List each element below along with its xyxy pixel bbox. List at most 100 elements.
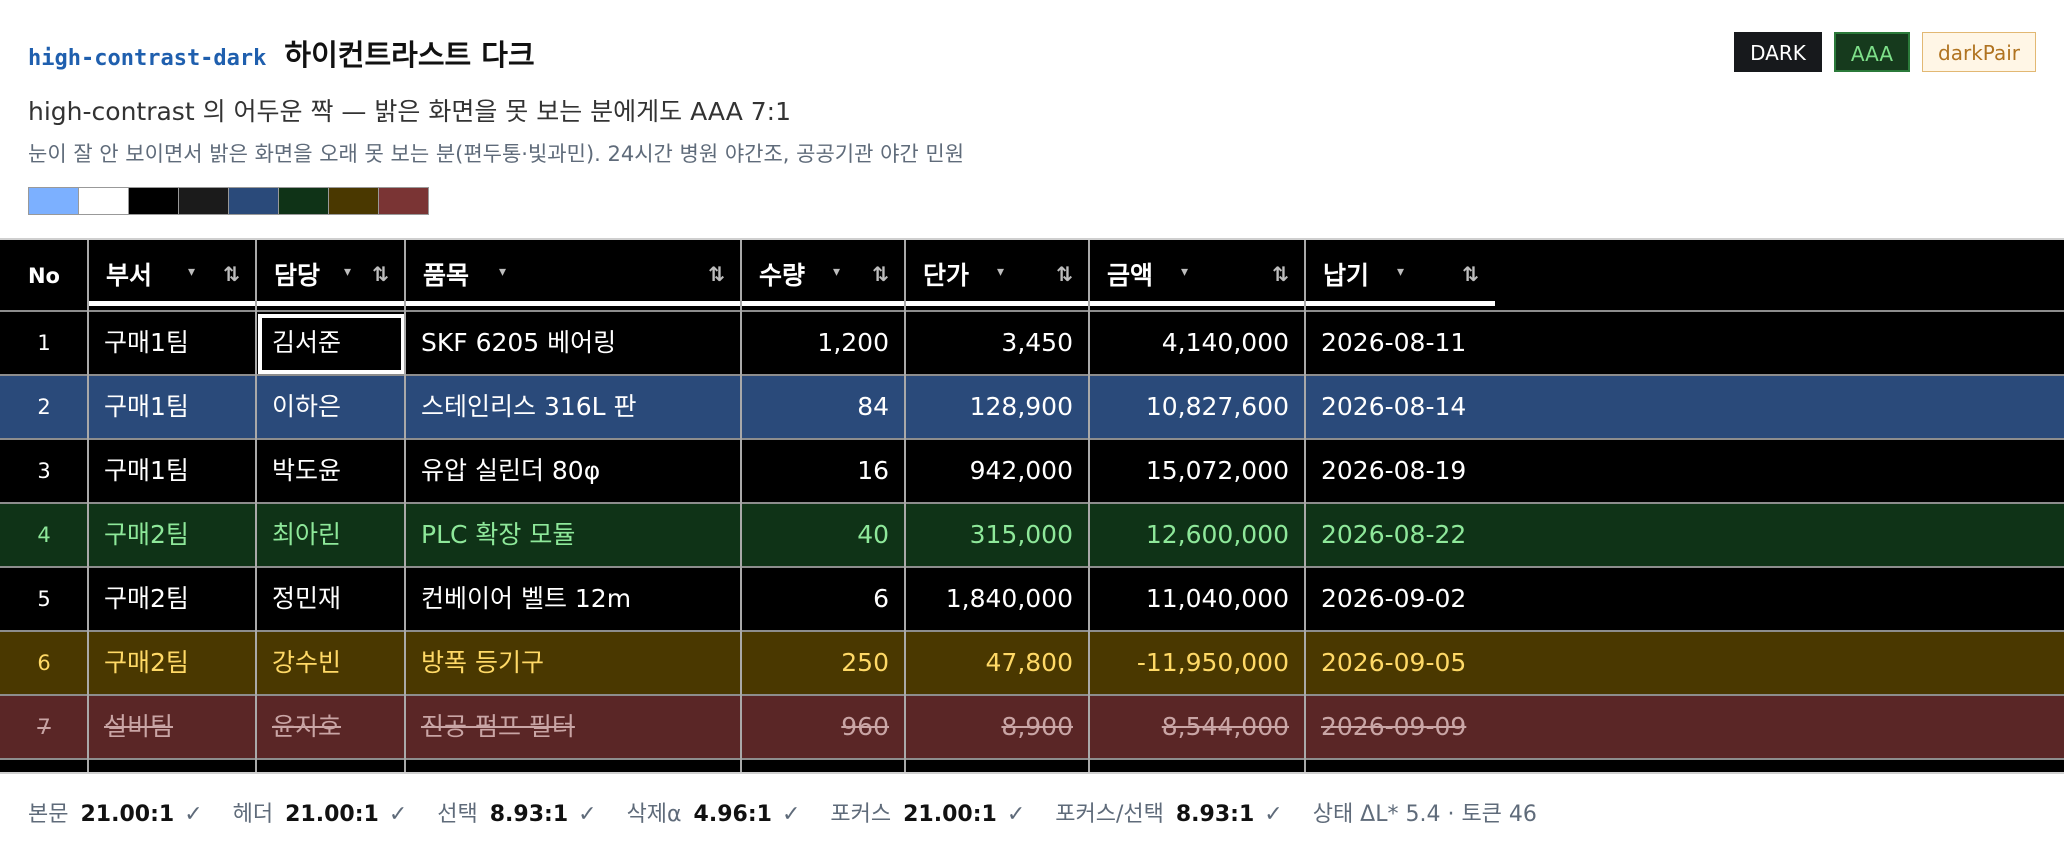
cell-qty[interactable]: 84 <box>741 376 905 438</box>
cell-dept[interactable]: 구매1팀 <box>88 312 256 374</box>
cell-item[interactable]: 방폭 등기구 <box>405 632 741 694</box>
column-header-underline <box>88 301 256 306</box>
cell-no[interactable]: 1 <box>0 312 88 374</box>
column-header-price[interactable]: 단가 ▾ ⇅ <box>905 240 1089 308</box>
table-row[interactable]: 2 구매1팀 이하은 스테인리스 316L 판 84 128,900 10,827,600 2… <box>0 376 2064 440</box>
chevron-down-icon[interactable]: ▾ <box>1181 264 1188 280</box>
cell-price[interactable]: 1,840,000 <box>905 568 1089 630</box>
chevron-down-icon[interactable]: ▾ <box>188 264 195 280</box>
cell-dept[interactable]: 구매2팀 <box>88 632 256 694</box>
cell-no[interactable]: 7 <box>0 696 88 758</box>
table-row[interactable]: 1 구매1팀 김서준 SKF 6205 베어링 1,200 3,450 4,140,000 2… <box>0 312 2064 376</box>
cell-no[interactable]: 5 <box>0 568 88 630</box>
cell-amount[interactable]: 8,544,000 <box>1089 696 1305 758</box>
table-row[interactable]: 4 구매2팀 최아린 PLC 확장 모듈 40 315,000 12,600,000 2026… <box>0 504 2064 568</box>
sort-icon[interactable]: ⇅ <box>872 262 889 286</box>
cell-no[interactable]: 4 <box>0 504 88 566</box>
column-header-underline <box>405 301 741 306</box>
cell-item[interactable]: 유압 실린더 80φ <box>405 440 741 502</box>
cell-dept[interactable]: 구매2팀 <box>88 568 256 630</box>
cell-due[interactable]: 2026-09-02 <box>1305 568 1605 630</box>
title-row: high-contrast-dark 하이컨트라스트 다크 <box>28 32 535 74</box>
column-header-qty[interactable]: 수량 ▾ ⇅ <box>741 240 905 308</box>
column-header-label: 품목 <box>423 261 470 290</box>
cell-no[interactable]: 3 <box>0 440 88 502</box>
chevron-down-icon[interactable]: ▾ <box>833 264 840 280</box>
cell-price[interactable]: 47,800 <box>905 632 1089 694</box>
table-row[interactable]: 7 설비팀 윤지호 진공 펌프 필터 960 8,900 8,544,000 2026-09-… <box>0 696 2064 760</box>
contrast-metric: 헤더 21.00:1 ✓ <box>233 796 408 828</box>
contrast-metric: 본문 21.00:1 ✓ <box>28 796 203 828</box>
table-row[interactable]: 6 구매2팀 강수빈 방폭 등기구 250 47,800 -11,950,000 2026-0… <box>0 632 2064 696</box>
column-header-underline <box>256 301 405 306</box>
cell-due[interactable]: 2026-09-09 <box>1305 696 1605 758</box>
sort-icon[interactable]: ⇅ <box>1462 262 1479 286</box>
column-header-item[interactable]: 품목 ▾ ⇅ <box>405 240 741 308</box>
cell-price[interactable]: 128,900 <box>905 376 1089 438</box>
cell-owner[interactable]: 윤지호 <box>256 696 405 758</box>
cell-no[interactable]: 6 <box>0 632 88 694</box>
cell-due[interactable]: 2026-09-05 <box>1305 632 1605 694</box>
cell-due[interactable]: 2026-08-14 <box>1305 376 1605 438</box>
row-divider <box>0 694 2064 696</box>
cell-item[interactable]: PLC 확장 모듈 <box>405 504 741 566</box>
cell-owner[interactable]: 박도윤 <box>256 440 405 502</box>
column-header-label: 금액 <box>1107 261 1154 290</box>
contrast-metric-label: 선택 <box>437 802 478 827</box>
cell-due[interactable]: 2026-08-22 <box>1305 504 1605 566</box>
sort-icon[interactable]: ⇅ <box>1056 262 1073 286</box>
cell-qty[interactable]: 960 <box>741 696 905 758</box>
color-swatch <box>28 187 79 215</box>
cell-amount[interactable]: 10,827,600 <box>1089 376 1305 438</box>
theme-subtitle: high-contrast 의 어두운 짝 — 밝은 화면을 못 보는 분에게도… <box>28 97 791 126</box>
cell-price[interactable]: 3,450 <box>905 312 1089 374</box>
cell-amount[interactable]: 12,600,000 <box>1089 504 1305 566</box>
cell-item[interactable]: 스테인리스 316L 판 <box>405 376 741 438</box>
contrast-metric-value: 21.00:1 <box>903 802 997 827</box>
cell-item[interactable]: 진공 펌프 필터 <box>405 696 741 758</box>
cell-qty[interactable]: 250 <box>741 632 905 694</box>
column-header-amount[interactable]: 금액 ▾ ⇅ <box>1089 240 1305 308</box>
cell-dept[interactable]: 구매1팀 <box>88 376 256 438</box>
cell-amount[interactable]: 15,072,000 <box>1089 440 1305 502</box>
cell-owner[interactable]: 강수빈 <box>256 632 405 694</box>
table-row[interactable]: 3 구매1팀 박도윤 유압 실린더 80φ 16 942,000 15,072,000 202… <box>0 440 2064 504</box>
cell-amount[interactable]: -11,950,000 <box>1089 632 1305 694</box>
cell-amount[interactable]: 4,140,000 <box>1089 312 1305 374</box>
sort-icon[interactable]: ⇅ <box>708 262 725 286</box>
cell-item[interactable]: SKF 6205 베어링 <box>405 312 741 374</box>
sort-icon[interactable]: ⇅ <box>372 262 389 286</box>
cell-dept[interactable]: 구매2팀 <box>88 504 256 566</box>
cell-price[interactable]: 315,000 <box>905 504 1089 566</box>
column-header-label: 수량 <box>759 261 806 290</box>
cell-no[interactable]: 2 <box>0 376 88 438</box>
cell-owner[interactable]: 정민재 <box>256 568 405 630</box>
cell-owner[interactable]: 이하은 <box>256 376 405 438</box>
sort-icon[interactable]: ⇅ <box>223 262 240 286</box>
sort-icon[interactable]: ⇅ <box>1272 262 1289 286</box>
column-header-underline <box>1089 301 1305 306</box>
cell-qty[interactable]: 1,200 <box>741 312 905 374</box>
column-header-underline <box>1305 301 1495 306</box>
chevron-down-icon[interactable]: ▾ <box>344 264 351 280</box>
cell-price[interactable]: 942,000 <box>905 440 1089 502</box>
cell-price[interactable]: 8,900 <box>905 696 1089 758</box>
cell-item[interactable]: 컨베이어 벨트 12m <box>405 568 741 630</box>
column-header-owner[interactable]: 담당 ▾ ⇅ <box>256 240 405 308</box>
cell-dept[interactable]: 설비팀 <box>88 696 256 758</box>
column-header-dept[interactable]: 부서 ▾ ⇅ <box>88 240 256 308</box>
chevron-down-icon[interactable]: ▾ <box>1397 264 1404 280</box>
column-header-due[interactable]: 납기 ▾ ⇅ <box>1305 240 1495 308</box>
table-row[interactable]: 5 구매2팀 정민재 컨베이어 벨트 12m 6 1,840,000 11,040,000 2… <box>0 568 2064 632</box>
cell-qty[interactable]: 6 <box>741 568 905 630</box>
cell-qty[interactable]: 16 <box>741 440 905 502</box>
cell-amount[interactable]: 11,040,000 <box>1089 568 1305 630</box>
cell-qty[interactable]: 40 <box>741 504 905 566</box>
chevron-down-icon[interactable]: ▾ <box>499 264 506 280</box>
cell-owner[interactable]: 최아린 <box>256 504 405 566</box>
chevron-down-icon[interactable]: ▾ <box>997 264 1004 280</box>
cell-dept[interactable]: 구매1팀 <box>88 440 256 502</box>
column-divider <box>255 240 257 772</box>
cell-due[interactable]: 2026-08-11 <box>1305 312 1605 374</box>
cell-due[interactable]: 2026-08-19 <box>1305 440 1605 502</box>
